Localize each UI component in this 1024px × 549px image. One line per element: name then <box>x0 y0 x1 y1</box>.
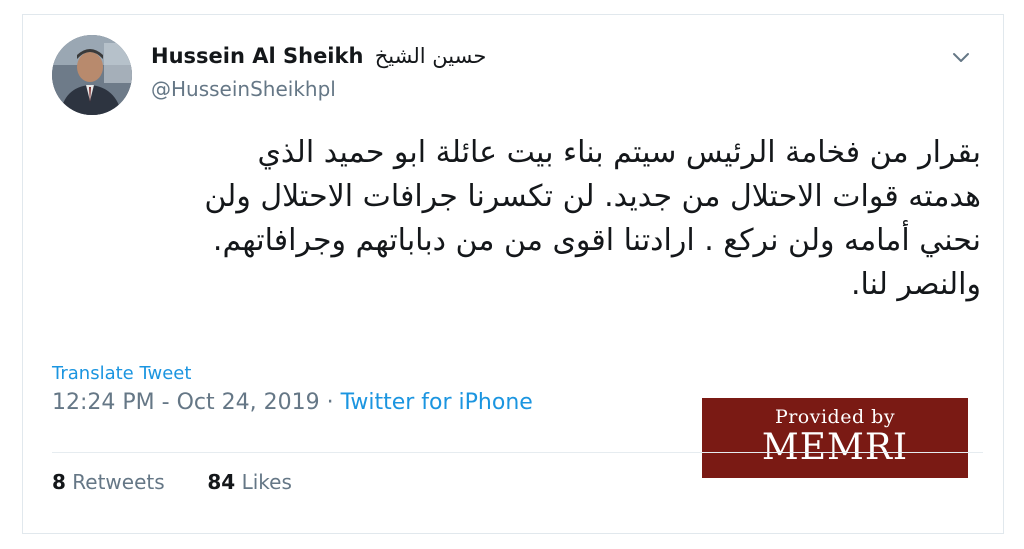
likes-count: 84 <box>207 470 236 494</box>
watermark-brand: MEMRI <box>761 427 909 468</box>
tweet-text: بقرار من فخامة الرئيس سيتم بناء بيت عائل… <box>43 131 981 307</box>
avatar-photo <box>52 35 132 115</box>
retweets-count: 8 <box>52 470 66 494</box>
meta-separator: · <box>319 390 341 415</box>
meta-separator: - <box>154 390 177 415</box>
display-name-latin: Hussein Al Sheikh <box>151 44 364 68</box>
memri-watermark: Provided by MEMRI <box>702 398 968 478</box>
tweet-date[interactable]: Oct 24, 2019 <box>177 390 320 415</box>
likes-label: Likes <box>241 470 292 494</box>
watermark-provided-by: Provided by <box>774 406 896 428</box>
display-name-arabic: حسين الشيخ <box>374 44 487 68</box>
tweet-meta: 12:24 PM - Oct 24, 2019 · Twitter for iP… <box>52 390 533 415</box>
retweets-label: Retweets <box>72 470 165 494</box>
tweet-text-line: هدمته قوات الاحتلال من جديد. لن تكسرنا ج… <box>204 179 981 214</box>
translate-tweet-link[interactable]: Translate Tweet <box>52 363 191 384</box>
divider <box>52 452 983 453</box>
avatar[interactable] <box>52 35 132 115</box>
tweet-source-link[interactable]: Twitter for iPhone <box>341 390 533 415</box>
user-handle[interactable]: @HusseinSheikhpl <box>151 77 336 101</box>
tweet-text-line: نحني أمامه ولن نركع . ارادتنا اقوى من من… <box>212 223 981 258</box>
chevron-down-icon[interactable] <box>949 45 973 69</box>
tweet-time[interactable]: 12:24 PM <box>52 390 155 415</box>
likes-stat[interactable]: 84 Likes <box>207 470 292 494</box>
tweet-card: Hussein Al Sheikh حسين الشيخ @HusseinShe… <box>22 14 1004 534</box>
retweets-stat[interactable]: 8 Retweets <box>52 470 171 494</box>
tweet-text-line: والنصر لنا. <box>851 267 981 302</box>
display-name[interactable]: Hussein Al Sheikh حسين الشيخ <box>151 44 486 68</box>
tweet-stats: 8 Retweets 84 Likes <box>52 470 292 494</box>
tweet-text-line: بقرار من فخامة الرئيس سيتم بناء بيت عائل… <box>257 135 981 170</box>
